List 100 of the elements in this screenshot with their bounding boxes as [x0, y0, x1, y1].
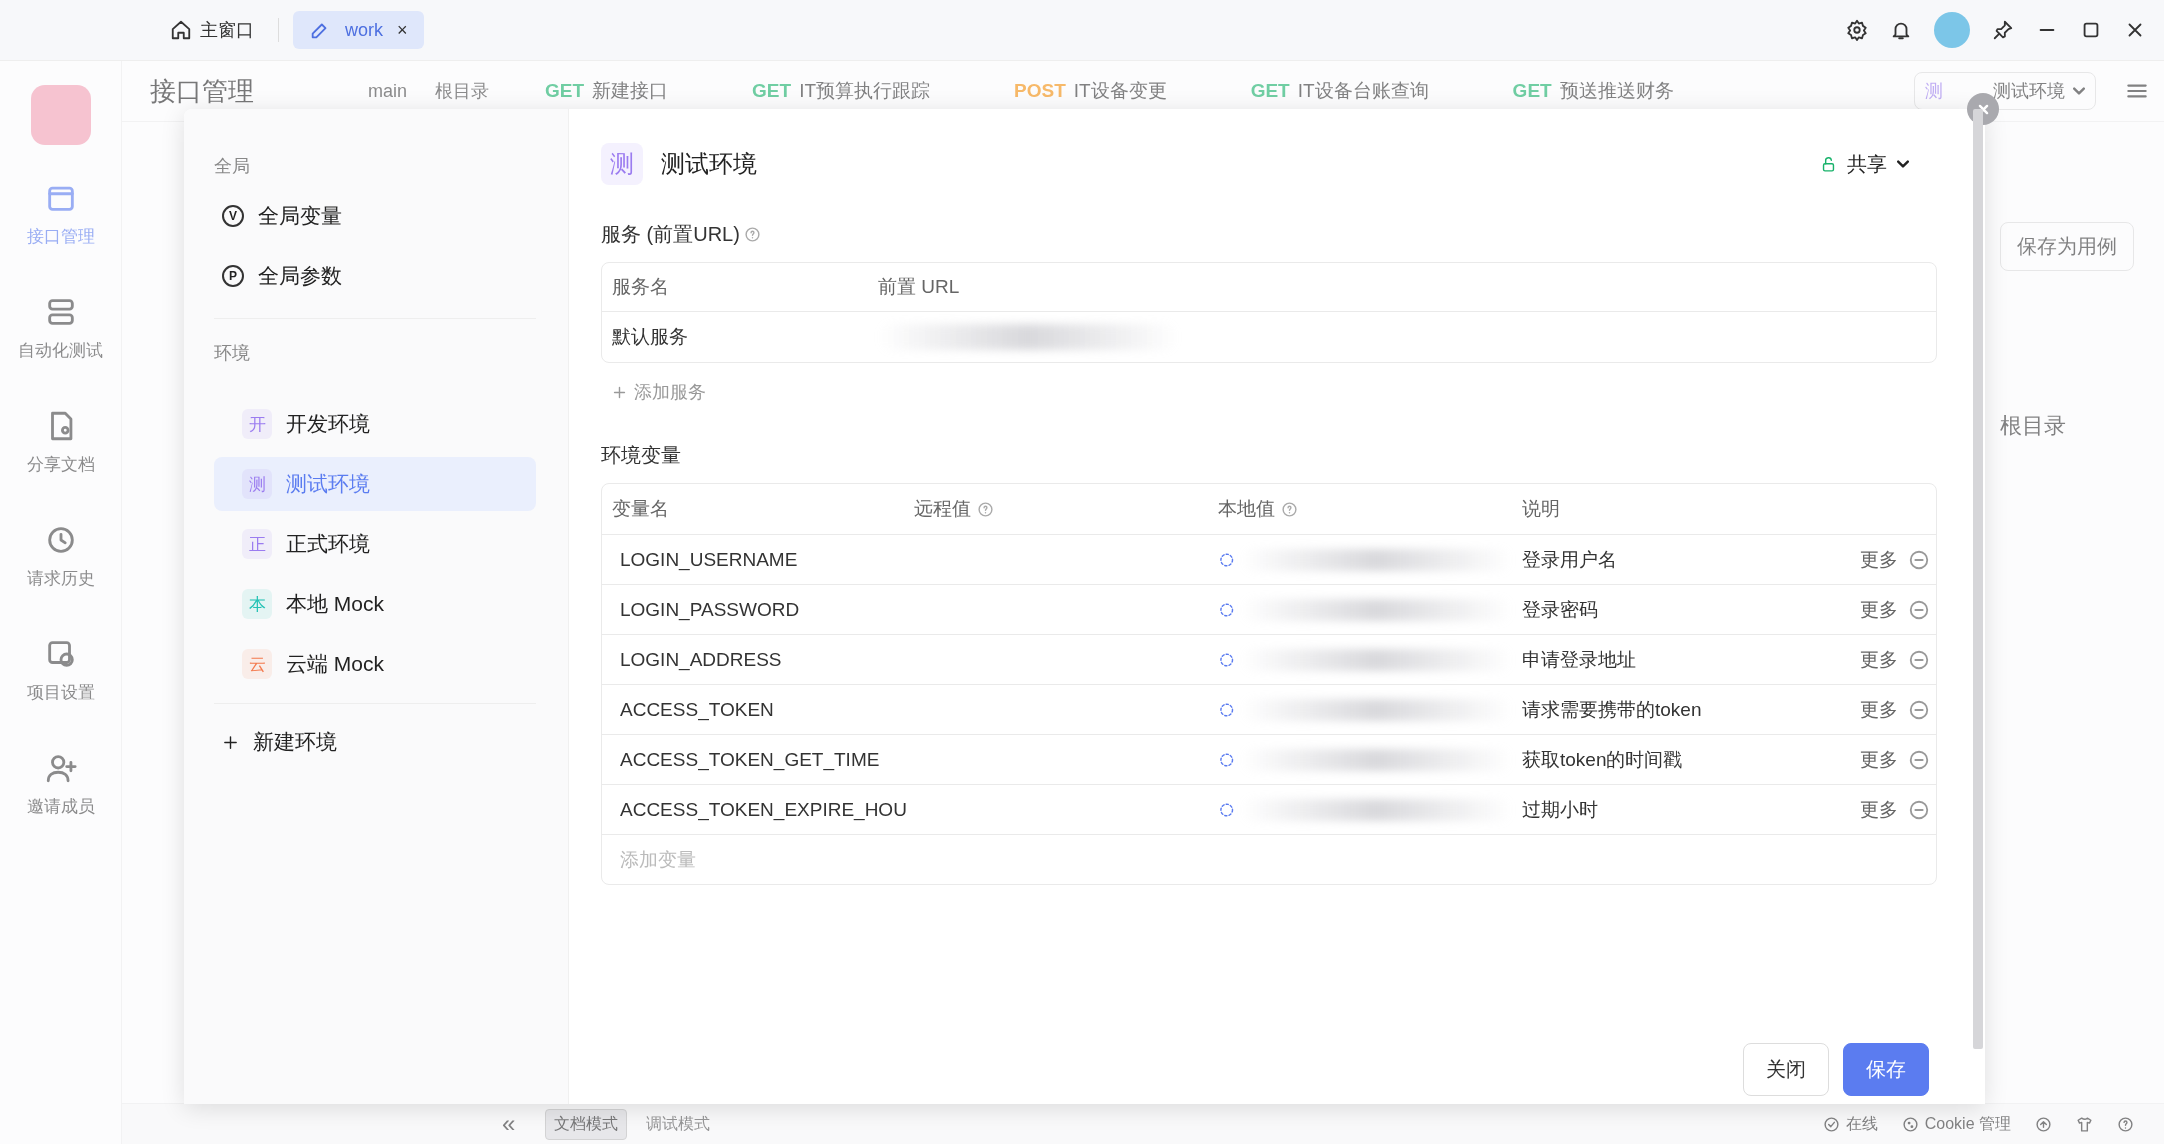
global-item[interactable]: P 全局参数 — [214, 246, 536, 306]
rail-item[interactable]: 接口管理 — [26, 181, 95, 295]
request-tab[interactable]: GET IT预算执行跟踪 — [724, 78, 959, 104]
link-icon — [1218, 700, 1236, 719]
table-cell-text: 过期小时 — [1521, 797, 1599, 822]
table-cell-text: 请求需要携带的token — [1521, 697, 1703, 722]
shirt-icon[interactable] — [2076, 1115, 2093, 1133]
remove-icon[interactable] — [1908, 648, 1930, 671]
column-header: 说明 — [1522, 497, 1560, 521]
help-icon — [977, 500, 994, 518]
column-header: 远程值 — [914, 497, 971, 521]
home-tab[interactable]: 主窗口 — [160, 12, 264, 48]
request-tab[interactable]: GET IT设备台账查询 — [1222, 78, 1457, 104]
help-icon — [1281, 500, 1298, 518]
rail-item[interactable]: 项目设置 — [26, 637, 95, 751]
collapse-button[interactable]: « — [502, 1110, 516, 1138]
window-tab[interactable]: work × — [293, 11, 424, 49]
cookie-manager-link[interactable]: Cookie 管理 — [1901, 1113, 2011, 1135]
branch-selector[interactable]: main — [368, 80, 407, 102]
chevron-down-icon — [1897, 160, 1909, 168]
column-header: 服务名 — [611, 275, 670, 299]
environment-name: 本地 Mock — [286, 591, 384, 617]
more-button[interactable]: 更多 — [1860, 646, 1898, 673]
column-header: 前置 URL — [877, 275, 961, 299]
table-cell-text: 申请登录地址 — [1521, 647, 1637, 672]
remove-icon[interactable] — [1908, 598, 1930, 621]
environment-item[interactable]: 云 云端 Mock — [214, 637, 536, 691]
section-heading: 全局 — [214, 155, 251, 178]
scrollbar[interactable] — [1973, 109, 1983, 1049]
page-title: 接口管理 — [150, 74, 255, 108]
remove-icon[interactable] — [1908, 798, 1930, 821]
global-item[interactable]: V 全局变量 — [214, 186, 536, 246]
settings-icon[interactable] — [1846, 19, 1868, 41]
app-logo — [30, 85, 91, 145]
online-status[interactable]: 在线 — [1822, 1113, 1878, 1135]
remove-icon[interactable] — [1908, 548, 1930, 571]
more-button[interactable]: 更多 — [1860, 546, 1898, 573]
plus-icon — [222, 733, 239, 751]
upload-icon[interactable] — [2035, 1115, 2052, 1133]
remove-icon[interactable] — [1908, 748, 1930, 771]
home-icon — [170, 19, 192, 41]
table-cell-text: 登录密码 — [1521, 597, 1599, 622]
request-tab[interactable]: POST IT设备变更 — [986, 78, 1195, 104]
circle-letter-icon: P — [222, 265, 244, 287]
table-cell-text: ACCESS_TOKEN_EXPIRE_HOU — [619, 798, 904, 821]
environment-badge: 开 — [242, 409, 272, 439]
link-icon — [1218, 550, 1236, 569]
table-cell-text: 获取token的时间戳 — [1521, 747, 1684, 772]
environment-badge: 测 — [601, 143, 643, 185]
request-tab[interactable]: GET 新建接口 — [517, 78, 697, 104]
environment-item[interactable]: 正 正式环境 — [214, 517, 536, 571]
rail-item[interactable]: 邀请成员 — [26, 751, 95, 865]
tab-close-button[interactable]: × — [397, 19, 408, 41]
environment-badge: 云 — [242, 649, 272, 679]
link-icon — [1218, 750, 1236, 769]
environment-name: 开发环境 — [286, 411, 370, 437]
section-heading: 环境变量 — [601, 442, 681, 468]
link-icon — [1218, 800, 1236, 819]
rail-item[interactable]: 分享文档 — [26, 409, 95, 523]
environment-item[interactable]: 本 本地 Mock — [214, 577, 536, 631]
link-icon — [1218, 600, 1236, 619]
environment-name: 测试环境 — [286, 471, 370, 497]
save-button[interactable]: 保存 — [1843, 1043, 1929, 1096]
mode-tab[interactable]: 调试模式 — [637, 1108, 720, 1140]
environment-name: 云端 Mock — [286, 651, 384, 677]
breadcrumb[interactable]: 根目录 — [435, 79, 489, 103]
table-cell-text: ACCESS_TOKEN — [619, 698, 775, 721]
unlock-icon — [1820, 155, 1837, 173]
column-header: 变量名 — [612, 497, 669, 521]
environment-title: 测试环境 — [661, 149, 757, 179]
table-cell-text: 登录用户名 — [1521, 547, 1618, 572]
add-service-button[interactable]: 添加服务 — [611, 377, 1937, 407]
more-button[interactable]: 更多 — [1860, 696, 1898, 723]
save-as-case-button[interactable]: 保存为用例 — [2000, 222, 2134, 271]
help-icon[interactable] — [2117, 1115, 2134, 1133]
request-tab[interactable]: GET 预送推送财务 — [1484, 78, 1702, 104]
rail-item[interactable]: 自动化测试 — [18, 295, 103, 409]
environment-item[interactable]: 测 测试环境 — [214, 457, 536, 511]
table-cell-text: ACCESS_TOKEN_GET_TIME — [619, 748, 881, 771]
share-dropdown[interactable]: 共享 — [1814, 149, 1915, 179]
mode-tab[interactable]: 文档模式 — [545, 1108, 628, 1140]
environment-item[interactable]: 开 开发环境 — [214, 397, 536, 451]
add-variable-field[interactable]: 添加变量 — [602, 834, 1936, 884]
environment-badge: 本 — [242, 589, 272, 619]
column-header: 本地值 — [1218, 497, 1275, 521]
more-button[interactable]: 更多 — [1860, 796, 1898, 823]
more-button[interactable]: 更多 — [1860, 746, 1898, 773]
circle-letter-icon: V — [222, 205, 244, 227]
rail-item[interactable]: 请求历史 — [26, 523, 95, 637]
table-cell-text: LOGIN_USERNAME — [619, 548, 799, 571]
pin-icon[interactable] — [1992, 19, 2014, 41]
remove-icon[interactable] — [1908, 698, 1930, 721]
folder-selector[interactable]: 根目录 — [2000, 411, 2066, 441]
tab-label: work — [345, 19, 383, 41]
link-icon — [1218, 650, 1236, 669]
close-button[interactable]: 关闭 — [1743, 1043, 1829, 1096]
new-environment-button[interactable]: 新建环境 — [214, 712, 536, 772]
more-button[interactable]: 更多 — [1860, 596, 1898, 623]
check-circle-icon — [1822, 1115, 1840, 1133]
environment-badge: 正 — [242, 529, 272, 559]
